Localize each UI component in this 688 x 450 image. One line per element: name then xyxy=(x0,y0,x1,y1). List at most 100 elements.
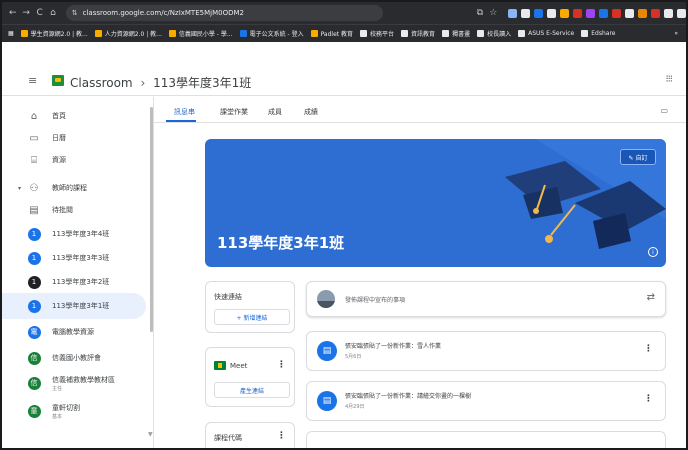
url-text: classroom.google.com/c/NzIxMTE5MjM0ODM2 xyxy=(82,9,244,17)
extension-icon[interactable] xyxy=(676,8,686,18)
sidebar-item[interactable]: 1 113學年度3年3班 xyxy=(2,245,146,271)
bookmark-item[interactable]: 校長讀入 xyxy=(477,29,511,38)
more-bookmarks-icon[interactable]: » xyxy=(674,30,678,37)
extension-icon[interactable] xyxy=(507,8,517,18)
repost-icon[interactable]: ⇄ xyxy=(647,292,655,303)
extension-icon[interactable] xyxy=(637,8,647,18)
extension-icon[interactable] xyxy=(520,8,530,18)
sidebar-label-group: 日曆 xyxy=(52,133,66,143)
sidebar-item[interactable]: 1 113學年度3年2班 xyxy=(2,269,146,295)
stream-post[interactable]: ▤ 張安臨張貼了一份新作業：請繪交你畫的一棵樹 4月29日 ⋮ xyxy=(306,381,666,421)
announce-box[interactable]: 發佈課程中宣布的事項 ⇄ xyxy=(306,281,666,317)
class-avatar: 電 xyxy=(26,324,42,340)
bookmark-label: 校務平台 xyxy=(370,31,395,38)
bookmark-label: 資訊教育 xyxy=(411,31,436,38)
sidebar-label-group: 信義國小教評會 xyxy=(52,353,101,363)
meet-logo-accent xyxy=(218,363,222,368)
stream-post[interactable]: ▤ 張安臨張貼了一份新作業：雪人作業 5月6日 ⋮ xyxy=(306,331,666,371)
class-avatar: 1 xyxy=(26,298,42,314)
extension-icon[interactable] xyxy=(546,8,556,18)
extension-icon[interactable] xyxy=(559,8,569,18)
tab-grades[interactable]: 成績 xyxy=(304,107,318,117)
bookmark-star-icon[interactable]: ☆ xyxy=(487,8,500,18)
class-tabs: 訊息串 課堂作業 成員 成績 ▭ xyxy=(154,97,686,123)
tab-people[interactable]: 成員 xyxy=(268,107,282,117)
scroll-down-icon[interactable]: ▼ xyxy=(148,431,153,438)
class-badge-icon: 1 xyxy=(27,299,41,313)
sidebar-item-label: 113學年度3年4班 xyxy=(52,230,110,238)
people-icon: ⚇ xyxy=(29,182,39,194)
class-code-card: 課程代碼 ⋮ xyxy=(205,422,295,448)
class-badge-icon: 信 xyxy=(27,351,41,365)
google-apps-icon[interactable]: ⁝⁝⁝ xyxy=(665,74,672,85)
extension-icon[interactable] xyxy=(533,8,543,18)
sidebar-item-label: 教師的課程 xyxy=(52,184,87,192)
reload-icon[interactable]: C xyxy=(33,8,46,18)
tab-stream[interactable]: 訊息串 xyxy=(174,107,195,117)
bookmark-item[interactable]: 獨書畫 xyxy=(442,29,470,38)
extension-icon[interactable] xyxy=(663,8,673,18)
sidebar-item[interactable]: ⌸ 資源 xyxy=(2,147,146,173)
sidebar-item[interactable]: 童童軒切割 基本 xyxy=(2,398,146,424)
sidebar-item-label: 童軒切割 xyxy=(52,403,80,412)
stream-post-partial[interactable] xyxy=(306,431,666,448)
assignment-icon: ▤ xyxy=(317,391,337,411)
bookmark-item[interactable]: Edshare xyxy=(581,30,615,37)
calendar-icon[interactable]: ▭ xyxy=(660,106,668,115)
sidebar-label-group: 電腦教學資源 xyxy=(52,327,94,337)
sidebar-scrollbar[interactable] xyxy=(150,107,153,332)
post-menu-icon[interactable]: ⋮ xyxy=(644,394,653,404)
bookmark-item[interactable]: 資訊教育 xyxy=(401,29,435,38)
sidebar-item-label: 113學年度3年1班 xyxy=(52,302,110,310)
tab-classwork[interactable]: 課堂作業 xyxy=(220,107,248,117)
classroom-logo-icon[interactable] xyxy=(52,75,64,86)
back-icon[interactable]: ← xyxy=(6,8,19,18)
sidebar-item[interactable]: 信 信義國小教評會 xyxy=(2,345,146,371)
generate-link-button[interactable]: 產生連結 xyxy=(214,382,290,398)
main-menu-icon[interactable]: ≡ xyxy=(28,74,37,87)
browser-toolbar: ← → C ⌂ ⇅ classroom.google.com/c/NzIxMTE… xyxy=(2,2,686,24)
bookmark-item[interactable]: Padlet 教育 xyxy=(310,29,354,38)
bookmark-icon xyxy=(518,30,526,37)
bookmark-item[interactable]: 學生資源網2.0 | 教... xyxy=(20,29,88,38)
bookmark-icon xyxy=(239,30,247,37)
customize-button[interactable]: ✎ 自訂 xyxy=(620,149,656,165)
forward-icon[interactable]: → xyxy=(19,8,32,18)
extension-icon[interactable] xyxy=(650,8,660,18)
bookmark-icon xyxy=(401,30,409,37)
add-link-button[interactable]: + 新增連結 xyxy=(214,309,290,325)
apps-shortcut-icon[interactable]: ▦ xyxy=(8,30,14,37)
bookmark-item[interactable]: ASUS E-Service xyxy=(518,30,574,37)
extension-icon[interactable] xyxy=(624,8,634,18)
bookmark-item[interactable]: 電子公文系統 - 登入 xyxy=(239,29,304,38)
bookmark-item[interactable]: 校務平台 xyxy=(360,29,394,38)
chevron-down-icon[interactable]: ▾ xyxy=(18,185,21,192)
site-info-icon[interactable]: ⇅ xyxy=(72,9,78,17)
info-icon[interactable]: i xyxy=(648,247,658,257)
address-bar[interactable]: ⇅ classroom.google.com/c/NzIxMTE5MjM0ODM… xyxy=(65,5,384,21)
sidebar-item[interactable]: ▤ 待批閱 xyxy=(2,197,146,223)
bookmark-label: Padlet 教育 xyxy=(320,31,354,38)
home-icon[interactable]: ⌂ xyxy=(46,8,59,18)
sidebar-item[interactable]: 1 113學年度3年4班 xyxy=(2,221,146,247)
sidebar-item[interactable]: 電 電腦教學資源 xyxy=(2,319,146,345)
screenshot-icon[interactable]: ⧉ xyxy=(473,8,486,18)
announce-placeholder: 發佈課程中宣布的事項 xyxy=(345,297,406,304)
bookmark-item[interactable]: 人力資源網2.0 | 教... xyxy=(94,29,162,38)
extension-icon[interactable] xyxy=(585,8,595,18)
class-code-menu-icon[interactable]: ⋮ xyxy=(277,431,286,441)
meet-menu-icon[interactable]: ⋮ xyxy=(277,360,286,370)
breadcrumb: Classroom › 113學年度3年1班 xyxy=(70,74,251,91)
bookmark-item[interactable]: 信義國民小學 - 學... xyxy=(168,29,233,38)
sidebar-label-group: 資源 xyxy=(52,155,66,165)
extension-icon[interactable] xyxy=(572,8,582,18)
sidebar-item[interactable]: 信信義補救教學教材區 主任 xyxy=(2,370,146,396)
sidebar-item[interactable]: 1 113學年度3年1班 xyxy=(2,293,146,319)
extension-icon[interactable] xyxy=(598,8,608,18)
post-menu-icon[interactable]: ⋮ xyxy=(644,344,653,354)
extension-icon[interactable] xyxy=(611,8,621,18)
resources-icon: ⌸ xyxy=(31,154,37,166)
review-icon: ▤ xyxy=(29,204,39,216)
sidebar-label-group: 113學年度3年1班 xyxy=(52,301,109,311)
app-name[interactable]: Classroom xyxy=(70,76,133,90)
